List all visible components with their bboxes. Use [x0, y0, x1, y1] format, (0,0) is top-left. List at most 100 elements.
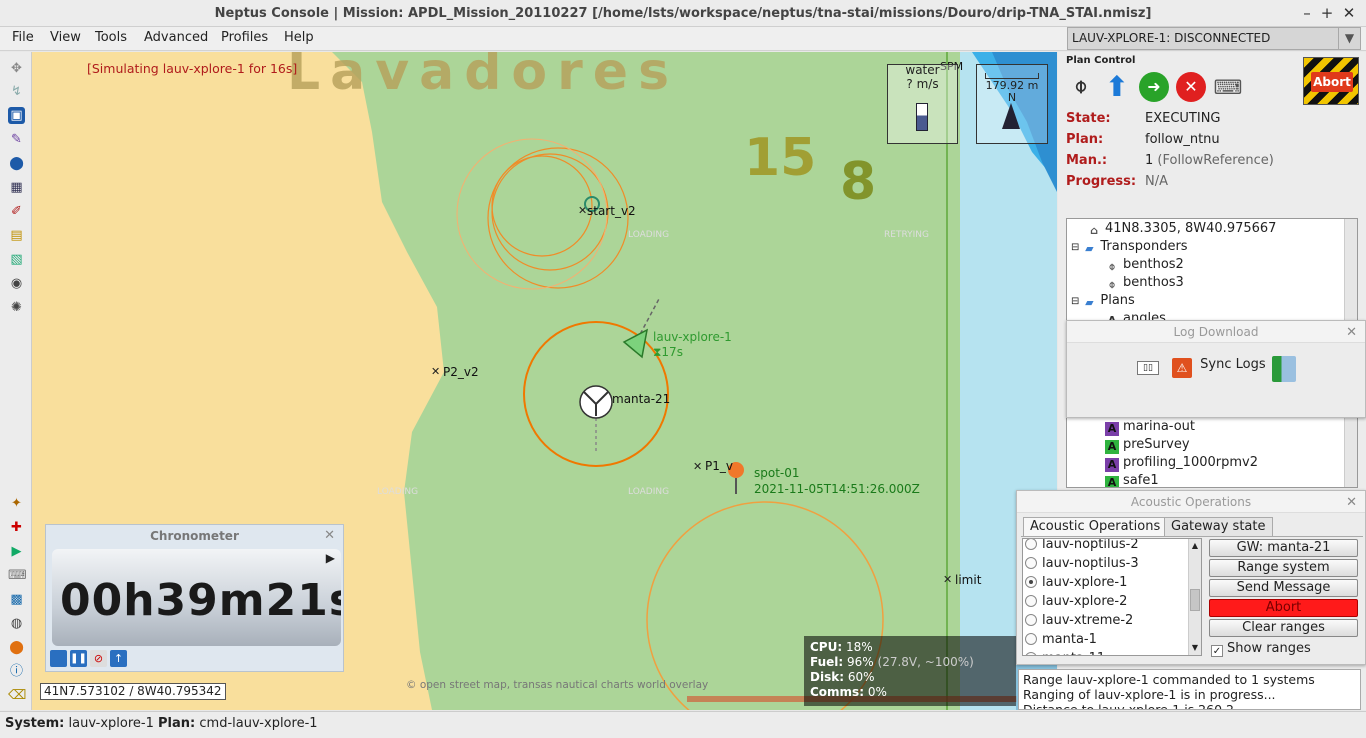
chrono-pause-icon[interactable]: ❚❚	[70, 650, 87, 667]
tree-transponder-2[interactable]: ⌽ benthos3	[1105, 275, 1184, 292]
menu-tools[interactable]: Tools	[95, 30, 127, 45]
spot-label[interactable]: spot-01	[754, 466, 800, 480]
log-book-icon[interactable]: ▯▯	[1137, 361, 1159, 375]
record-icon[interactable]: ▶	[8, 543, 25, 560]
fuel-key: Fuel:	[810, 655, 844, 669]
menu-advanced[interactable]: Advanced	[144, 30, 208, 45]
menu-file[interactable]: File	[12, 30, 34, 45]
list-scrollbar[interactable]: ▲ ▼	[1188, 539, 1201, 655]
close-window-button[interactable]: ✕	[1338, 0, 1360, 27]
acoustic-system-list[interactable]: lauv-noptilus-2 lauv-noptilus-3 lauv-xpl…	[1022, 538, 1202, 656]
tree-plan-safe1[interactable]: Asafe1	[1105, 473, 1159, 487]
download-icon[interactable]	[1272, 356, 1296, 382]
chronometer-title: Chronometer	[150, 529, 239, 543]
radio-button[interactable]	[1025, 539, 1037, 550]
gateway-button[interactable]: GW: manta-21	[1209, 539, 1358, 557]
radio-button[interactable]	[1025, 652, 1037, 655]
manta-label[interactable]: manta-21	[612, 392, 670, 406]
scroll-up-icon[interactable]: ▲	[1190, 541, 1200, 551]
pan-tool-icon[interactable]: ✥	[8, 60, 25, 77]
start-plan-icon[interactable]: ➜	[1139, 72, 1169, 102]
scroll-down-icon[interactable]: ▼	[1190, 643, 1200, 653]
map-editor-icon[interactable]: ▧	[8, 251, 25, 268]
radio-button[interactable]	[1025, 595, 1037, 607]
start-marker-label[interactable]: start_v2	[587, 204, 636, 218]
menu-help[interactable]: Help	[284, 30, 314, 45]
checkbox-checked-icon[interactable]: ✓	[1211, 645, 1223, 657]
close-icon[interactable]: ✕	[324, 528, 335, 543]
abort-button[interactable]: Abort	[1209, 599, 1358, 617]
tree-plans[interactable]: ⊟ ▰ Plans	[1071, 293, 1135, 310]
simulating-label: [Simulating lauv-xplore-1 for 16s]	[87, 61, 298, 76]
system-name: manta-11	[1042, 651, 1105, 655]
radio-button-selected[interactable]	[1025, 576, 1037, 588]
send-plan-arrow-icon[interactable]: ⬆	[1102, 72, 1132, 102]
home-icon: ⌂	[1090, 224, 1098, 237]
list-item[interactable]: manta-11	[1025, 651, 1105, 655]
radio-button[interactable]	[1025, 633, 1037, 645]
antenna-icon[interactable]: ⌽	[1066, 72, 1096, 102]
ruler-icon[interactable]: ✐	[8, 203, 25, 220]
info-icon[interactable]: ⓘ	[8, 663, 25, 680]
plan-edit-icon[interactable]: ✎	[8, 131, 25, 148]
send-message-button[interactable]: Send Message	[1209, 579, 1358, 597]
trash-icon[interactable]: ⌫	[8, 687, 26, 704]
close-icon[interactable]: ✕	[1346, 325, 1357, 340]
zoom-tool-icon[interactable]: ↯	[8, 83, 25, 100]
menu-view[interactable]: View	[50, 30, 81, 45]
vehicle-icon[interactable]: ⬤	[8, 155, 25, 172]
close-icon[interactable]: ✕	[1346, 495, 1357, 510]
p1-marker-label[interactable]: P1_v	[705, 459, 733, 473]
torch-icon[interactable]: ✦	[8, 495, 25, 512]
gamepad-icon[interactable]: ⌨	[1213, 72, 1243, 102]
pin-icon[interactable]: ⬤	[8, 639, 25, 656]
svg-text:✕: ✕	[943, 573, 952, 586]
stop-plan-icon[interactable]: ✕	[1176, 72, 1206, 102]
map-tile-icon[interactable]: ▩	[8, 591, 25, 608]
list-item[interactable]: manta-1	[1025, 632, 1097, 647]
play-icon[interactable]: ▶	[326, 551, 335, 565]
chrono-up-icon[interactable]: ↑	[110, 650, 127, 667]
lock-icon[interactable]: ▤	[8, 227, 25, 244]
show-ranges-checkbox[interactable]: ✓ Show ranges	[1211, 641, 1311, 657]
vehicle-label[interactable]: lauv-xplore-1	[653, 330, 732, 344]
tree-plan-presurvey[interactable]: ApreSurvey	[1105, 437, 1190, 454]
tree-p1-label: marina-out	[1123, 419, 1196, 434]
list-item[interactable]: lauv-xtreme-2	[1025, 613, 1133, 628]
radio-button[interactable]	[1025, 557, 1037, 569]
tree-transponders[interactable]: ⊟ ▰ Transponders	[1071, 239, 1188, 256]
minimize-button[interactable]: –	[1296, 0, 1318, 27]
clear-ranges-button[interactable]: Clear ranges	[1209, 619, 1358, 637]
layers-icon[interactable]: ▦	[8, 179, 25, 196]
list-item[interactable]: lauv-noptilus-3	[1025, 556, 1139, 571]
marker-icon[interactable]: ✚	[8, 519, 25, 536]
tree-plan-profiling[interactable]: Aprofiling_1000rpmv2	[1105, 455, 1258, 472]
chrono-start-icon[interactable]	[50, 650, 67, 667]
scroll-thumb[interactable]	[1190, 589, 1200, 611]
tree-home[interactable]: ⌂ 41N8.3305, 8W40.975667	[1087, 221, 1276, 238]
list-item[interactable]: lauv-noptilus-2	[1025, 539, 1139, 552]
limit-marker-label[interactable]: limit	[955, 573, 981, 587]
chevron-down-icon[interactable]: ▼	[1338, 28, 1360, 49]
select-tool-icon[interactable]: ▣	[8, 107, 25, 124]
chrono-reset-icon[interactable]: ⊘	[90, 650, 107, 667]
range-system-button[interactable]: Range system	[1209, 559, 1358, 577]
keyboard-icon[interactable]: ⌨	[8, 567, 27, 584]
water-gauge-icon	[916, 103, 928, 131]
settings-icon[interactable]: ✺	[8, 299, 25, 316]
tree-plan-marina-out[interactable]: Amarina-out	[1105, 419, 1195, 436]
tree-transponder-1[interactable]: ⌽ benthos2	[1105, 257, 1184, 274]
list-item[interactable]: lauv-xplore-1	[1025, 575, 1127, 590]
tab-gateway-state[interactable]: Gateway state	[1164, 517, 1273, 536]
list-item[interactable]: lauv-xplore-2	[1025, 594, 1127, 609]
tab-acoustic-operations[interactable]: Acoustic Operations	[1023, 517, 1168, 536]
eye-icon[interactable]: ◉	[8, 275, 25, 292]
sync-logs-button[interactable]: ⚠ Sync Logs	[1167, 356, 1271, 382]
menu-profiles[interactable]: Profiles	[221, 30, 268, 45]
p2-marker-label[interactable]: P2_v2	[443, 365, 479, 379]
measure-icon[interactable]: ◍	[8, 615, 25, 632]
radio-button[interactable]	[1025, 614, 1037, 626]
abort-big-button[interactable]: Abort	[1303, 57, 1359, 105]
system-selector[interactable]: LAUV-XPLORE-1: DISCONNECTED ▼	[1067, 27, 1361, 50]
maximize-button[interactable]: +	[1316, 0, 1338, 27]
